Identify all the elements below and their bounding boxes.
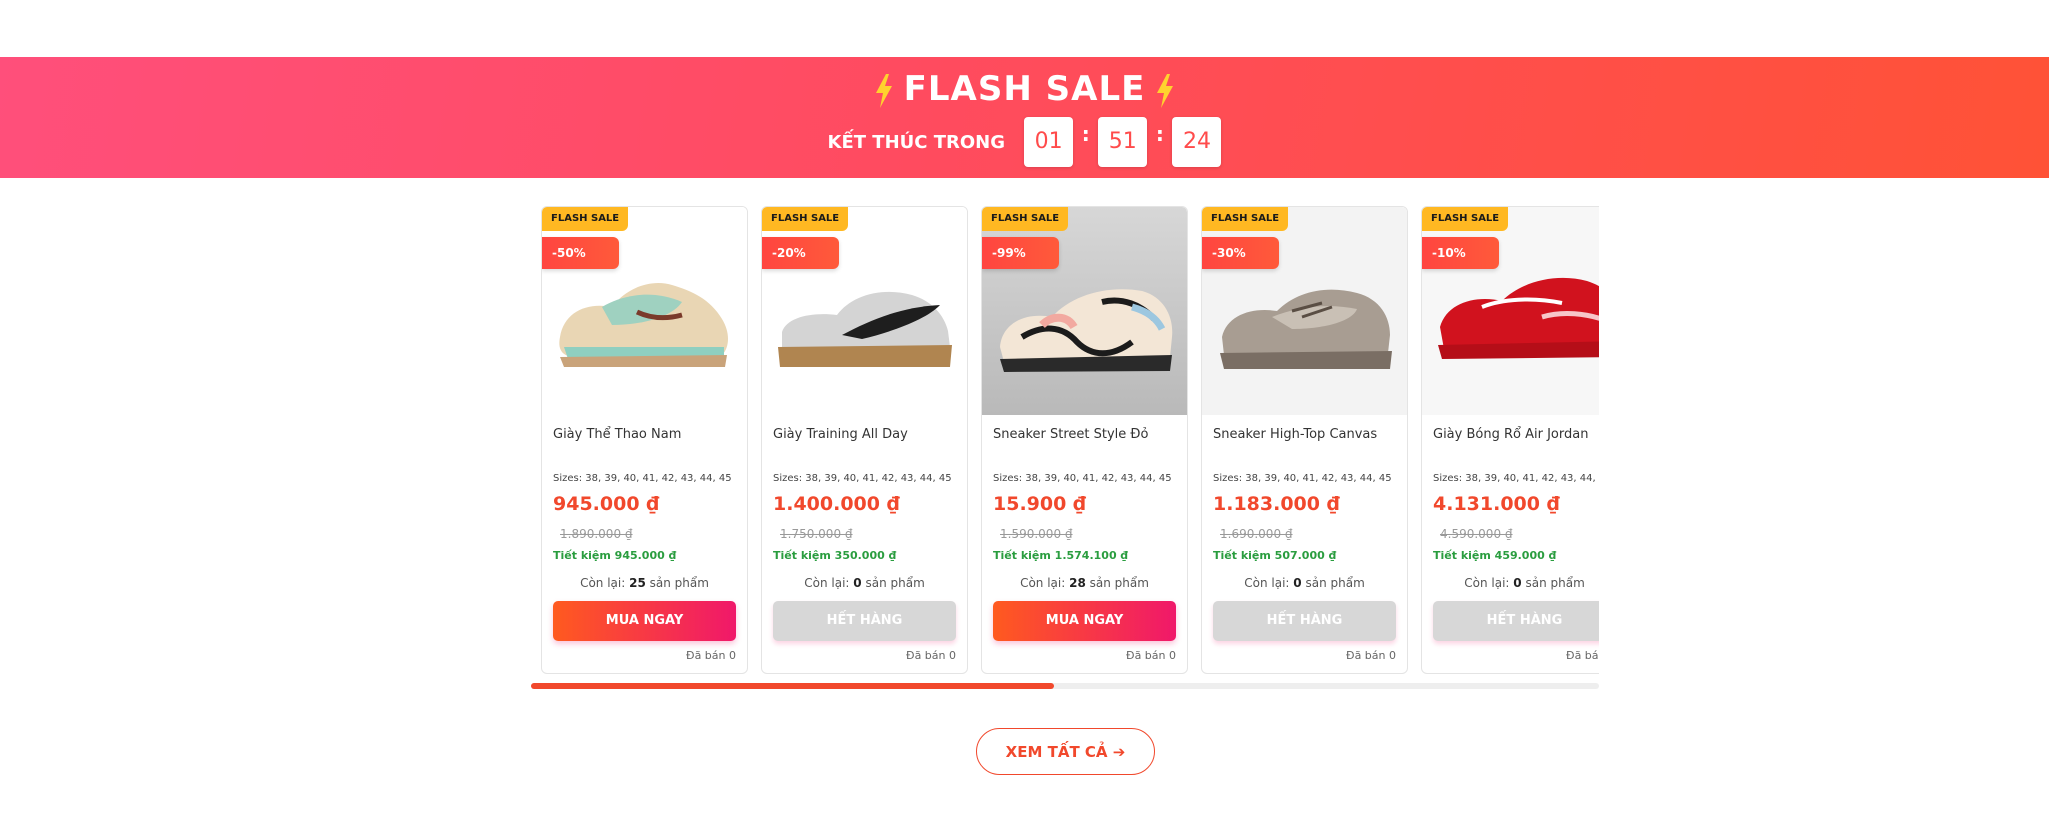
countdown-separator: : [1155,122,1164,146]
product-image[interactable]: FLASH SALE -50% [542,207,747,415]
product-name[interactable]: Giày Training All Day [773,427,908,442]
product-sold: Đã bán 0 [1346,649,1396,662]
stock-prefix: Còn lại: [804,576,850,590]
product-image[interactable]: FLASH SALE -30% [1202,207,1407,415]
stock-suffix: sản phẩm [1089,576,1149,590]
discount-badge: -50% [542,237,619,269]
product-stock: Còn lại: 0 sản phẩm [762,576,967,590]
product-stock: Còn lại: 0 sản phẩm [1422,576,1599,590]
product-saving: Tiết kiệm 459.000 ₫ [1433,549,1557,562]
product-card[interactable]: FLASH SALE -20% Giày Training All Day Si… [761,206,968,674]
out-of-stock-button[interactable]: HẾT HÀNG [1213,601,1396,641]
discount-badge: -99% [982,237,1059,269]
stock-suffix: sản phẩm [1305,576,1365,590]
stock-count: 0 [1293,576,1302,590]
product-sold: Đã bán 0 [1566,649,1599,662]
stock-count: 28 [1069,576,1086,590]
product-carousel[interactable]: FLASH SALE -50% Giày Thể Thao Nam Sizes:… [531,206,1599,676]
product-name[interactable]: Sneaker Street Style Đỏ [993,427,1148,442]
flash-sale-tag: FLASH SALE [762,207,849,231]
product-old-price: 1.690.000 ₫ [1220,527,1293,541]
product-saving: Tiết kiệm 507.000 ₫ [1213,549,1337,562]
flash-sale-banner: FLASH SALE KẾT THÚC TRONG 01 : 51 : 24 [0,57,2049,178]
stock-count: 0 [853,576,862,590]
product-saving: Tiết kiệm 945.000 ₫ [553,549,677,562]
flash-sale-tag: FLASH SALE [982,207,1069,231]
lightning-icon [1157,73,1174,108]
product-card[interactable]: FLASH SALE -99% Sneaker Street Style Đỏ … [981,206,1188,674]
product-old-price: 1.590.000 ₫ [1000,527,1073,541]
product-old-price: 1.890.000 ₫ [560,527,633,541]
stock-prefix: Còn lại: [1464,576,1510,590]
stock-count: 25 [629,576,646,590]
product-card[interactable]: FLASH SALE -10% Giày Bóng Rổ Air Jordan … [1421,206,1599,674]
stock-suffix: sản phẩm [649,576,709,590]
stock-prefix: Còn lại: [580,576,626,590]
product-image[interactable]: FLASH SALE -99% [982,207,1187,415]
flash-sale-tag: FLASH SALE [1422,207,1509,231]
discount-badge: -30% [1202,237,1279,269]
stock-prefix: Còn lại: [1244,576,1290,590]
product-stock: Còn lại: 0 sản phẩm [1202,576,1407,590]
flash-sale-tag: FLASH SALE [542,207,629,231]
flash-sale-title-row: FLASH SALE [0,69,2049,109]
product-price: 945.000 ₫ [553,493,660,515]
out-of-stock-button[interactable]: HẾT HÀNG [773,601,956,641]
product-sizes: Sizes: 38, 39, 40, 41, 42, 43, 44, 45 [1213,473,1392,484]
stock-prefix: Còn lại: [1020,576,1066,590]
lightning-icon [875,73,892,108]
discount-badge: -20% [762,237,839,269]
countdown-label: KẾT THÚC TRONG [827,131,1006,153]
product-image[interactable]: FLASH SALE -10% [1422,207,1599,415]
stock-suffix: sản phẩm [1525,576,1585,590]
product-old-price: 4.590.000 ₫ [1440,527,1513,541]
stock-count: 0 [1513,576,1522,590]
flash-sale-title: FLASH SALE [903,69,1146,109]
product-stock: Còn lại: 25 sản phẩm [542,576,747,590]
countdown-minutes: 51 [1098,117,1148,167]
product-sold: Đã bán 0 [1126,649,1176,662]
buy-now-button[interactable]: MUA NGAY [553,601,736,641]
product-name[interactable]: Giày Thể Thao Nam [553,427,681,442]
countdown-separator: : [1081,122,1090,146]
product-name[interactable]: Giày Bóng Rổ Air Jordan [1433,427,1588,442]
product-sizes: Sizes: 38, 39, 40, 41, 42, 43, 44, 45 [773,473,952,484]
stock-suffix: sản phẩm [865,576,925,590]
product-image[interactable]: FLASH SALE -20% [762,207,967,415]
product-sizes: Sizes: 38, 39, 40, 41, 42, 43, 44, 45 [993,473,1172,484]
buy-now-button[interactable]: MUA NGAY [993,601,1176,641]
discount-badge: -10% [1422,237,1499,269]
carousel-scrollbar-thumb[interactable] [531,683,1055,689]
product-saving: Tiết kiệm 350.000 ₫ [773,549,897,562]
countdown-seconds: 24 [1172,117,1222,167]
product-sizes: Sizes: 38, 39, 40, 41, 42, 43, 44, 45 [553,473,732,484]
product-name[interactable]: Sneaker High-Top Canvas [1213,427,1377,442]
product-old-price: 1.750.000 ₫ [780,527,853,541]
product-card[interactable]: FLASH SALE -30% Sneaker High-Top Canvas … [1201,206,1408,674]
product-sold: Đã bán 0 [686,649,736,662]
product-card[interactable]: FLASH SALE -50% Giày Thể Thao Nam Sizes:… [541,206,748,674]
product-saving: Tiết kiệm 1.574.100 ₫ [993,549,1129,562]
carousel-scrollbar[interactable] [531,683,1599,689]
countdown-timer: KẾT THÚC TRONG 01 : 51 : 24 [0,117,2049,167]
product-price: 15.900 ₫ [993,493,1087,515]
product-price: 1.400.000 ₫ [773,493,900,515]
out-of-stock-button[interactable]: HẾT HÀNG [1433,601,1599,641]
product-sold: Đã bán 0 [906,649,956,662]
product-price: 4.131.000 ₫ [1433,493,1560,515]
countdown-hours: 01 [1024,117,1074,167]
flash-sale-tag: FLASH SALE [1202,207,1289,231]
product-price: 1.183.000 ₫ [1213,493,1340,515]
view-all-button[interactable]: XEM TẤT CẢ ➔ [976,728,1155,775]
product-sizes: Sizes: 38, 39, 40, 41, 42, 43, 44, 45 [1433,473,1599,484]
product-stock: Còn lại: 28 sản phẩm [982,576,1187,590]
